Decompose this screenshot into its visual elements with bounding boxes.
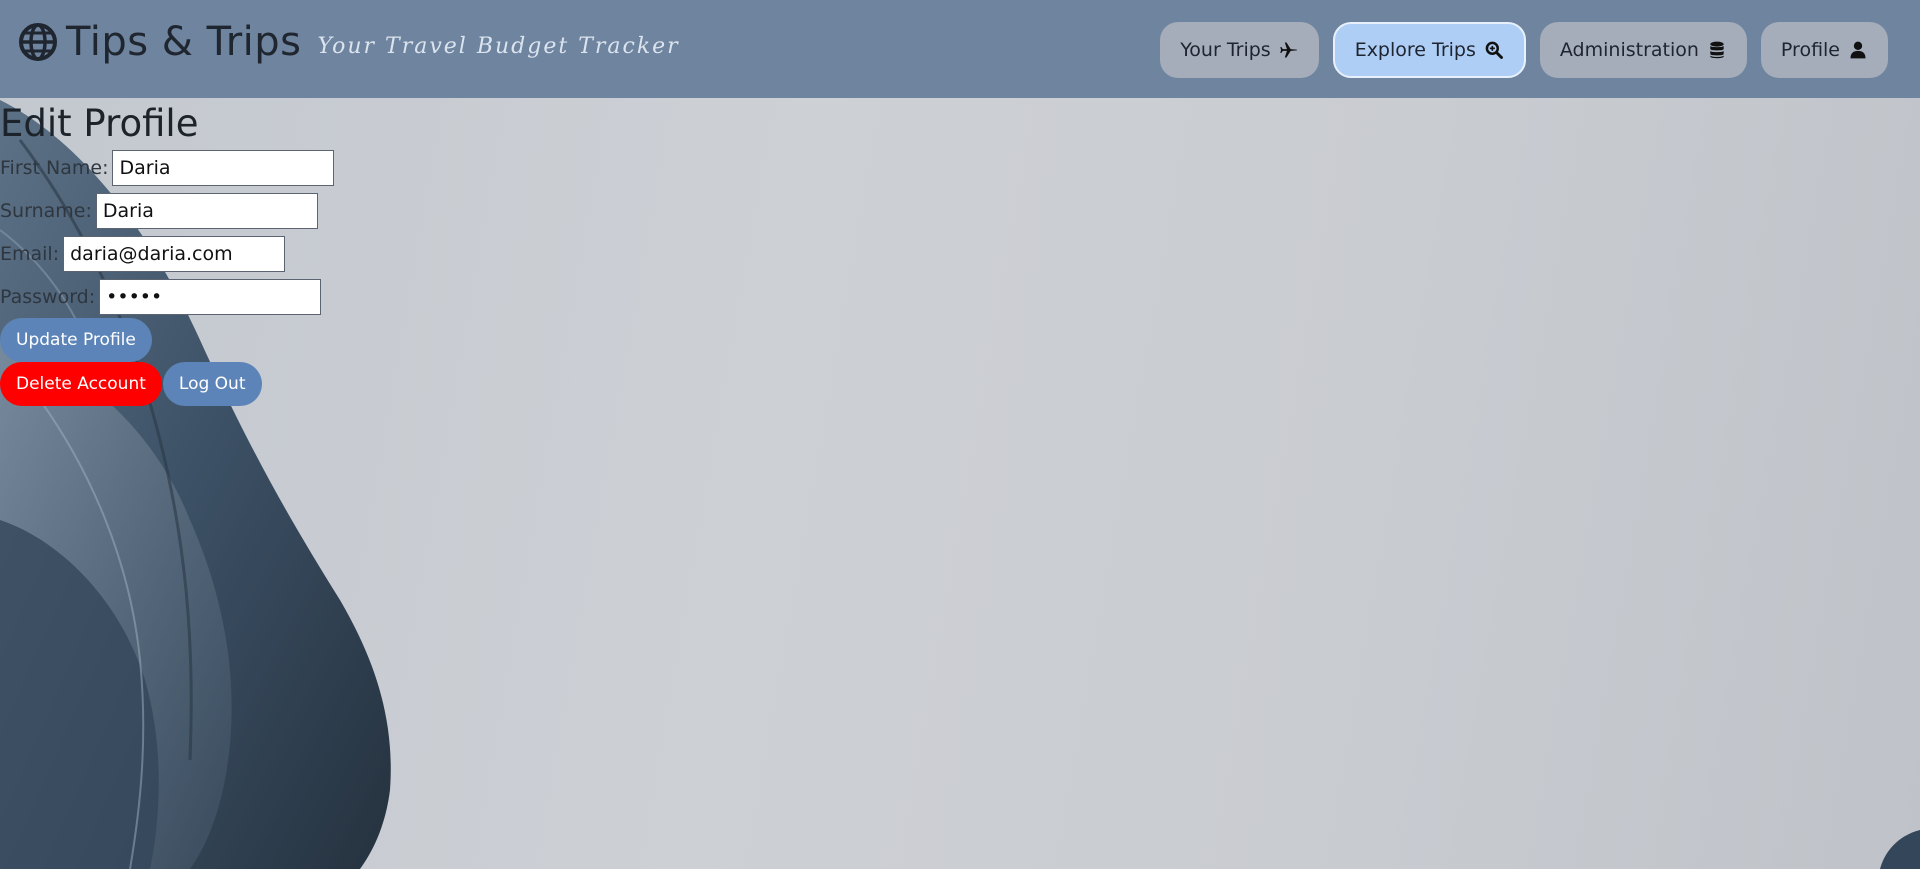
surname-label: Surname:: [0, 199, 92, 222]
email-row: Email:: [0, 232, 334, 275]
surname-input[interactable]: [95, 192, 318, 229]
top-header: Tips & Trips Your Travel Budget Tracker …: [0, 0, 1920, 98]
brand[interactable]: Tips & Trips Your Travel Budget Tracker: [18, 18, 680, 66]
main-nav: Your Trips Explore Trips Administration: [1146, 22, 1888, 78]
page-title: Edit Profile: [0, 102, 199, 145]
delete-account-button[interactable]: Delete Account: [0, 362, 162, 406]
nav-profile-label: Profile: [1780, 39, 1840, 61]
email-input[interactable]: [63, 235, 286, 272]
first-name-input[interactable]: [112, 149, 335, 186]
brand-tagline: Your Travel Budget Tracker: [317, 33, 680, 59]
first-name-row: First Name:: [0, 146, 335, 189]
password-label: Password:: [0, 285, 96, 308]
plane-icon: [1279, 42, 1297, 58]
update-profile-button[interactable]: Update Profile: [0, 318, 152, 362]
surname-row: Surname:: [0, 189, 334, 232]
first-name-label: First Name:: [0, 156, 109, 179]
user-icon: [1850, 41, 1866, 59]
nav-explore-trips-button[interactable]: Explore Trips: [1332, 22, 1526, 78]
nav-your-trips-button[interactable]: Your Trips: [1160, 22, 1319, 78]
log-out-button[interactable]: Log Out: [162, 362, 262, 406]
nav-administration-label: Administration: [1559, 39, 1699, 61]
nav-administration-button[interactable]: Administration: [1539, 22, 1747, 78]
globe-icon: [19, 23, 57, 61]
brand-title: Tips & Trips: [66, 19, 302, 65]
email-label: Email:: [0, 242, 60, 265]
password-row: Password:: [0, 275, 334, 318]
nav-profile-button[interactable]: Profile: [1760, 22, 1888, 78]
nav-your-trips-label: Your Trips: [1180, 39, 1271, 61]
nav-explore-trips-label: Explore Trips: [1354, 39, 1476, 61]
search-icon: [1485, 41, 1503, 59]
password-input[interactable]: [99, 278, 322, 315]
database-icon: [1710, 41, 1724, 59]
edit-profile-form: Edit Profile First Name: Surname: Email:…: [0, 98, 335, 406]
